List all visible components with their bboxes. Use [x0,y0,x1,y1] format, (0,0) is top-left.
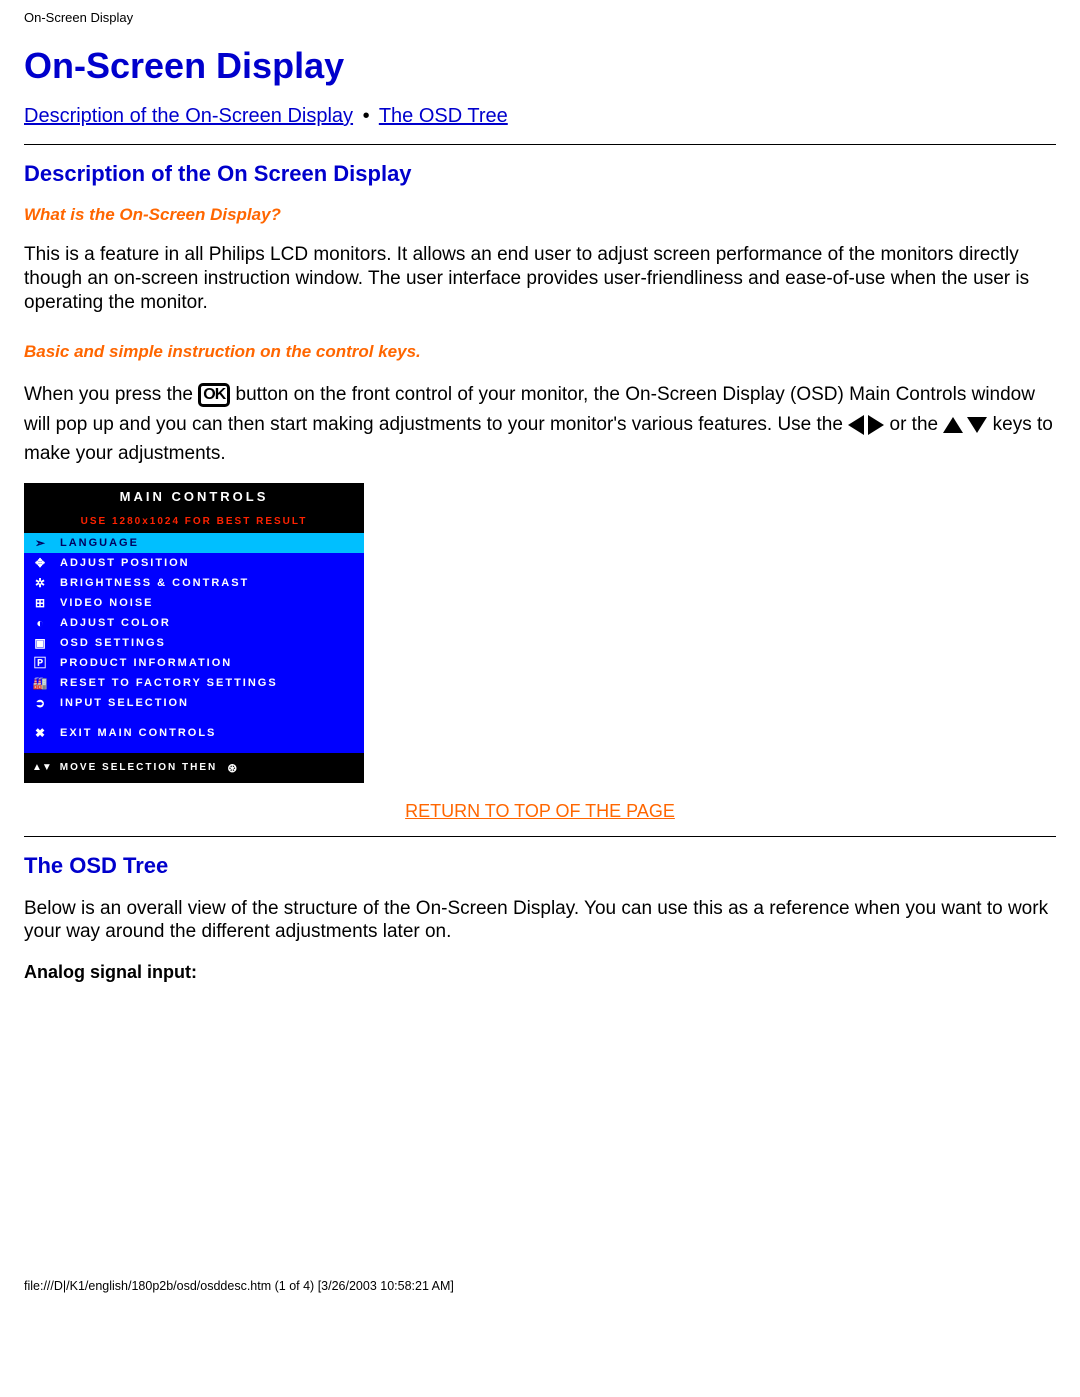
subheading-basic-instruction: Basic and simple instruction on the cont… [24,342,1056,362]
arrow-down-icon [967,417,987,433]
return-to-top: RETURN TO TOP OF THE PAGE [24,801,1056,822]
osd-item-label: OSD SETTINGS [60,637,166,649]
osd-gap [24,713,364,723]
osd-item-language: ➣ LANGUAGE [24,533,364,553]
divider [24,836,1056,837]
info-icon: 🄿 [32,656,50,670]
osd-gap [24,743,364,753]
page-footer-path: file:///D|/K1/english/180p2b/osd/osddesc… [0,1273,1080,1299]
arrow-up-icon [943,417,963,433]
paragraph-instruction: When you press the OK button on the fron… [24,380,1056,468]
osd-footer: ▲▼ MOVE SELECTION THEN ⊛ [24,753,364,783]
osd-item-video-noise: ⊞ VIDEO NOISE [24,593,364,613]
paragraph-osd-tree: Below is an overall view of the structur… [24,897,1056,945]
osd-item-exit: ✖ EXIT MAIN CONTROLS [24,723,364,743]
osd-item-label: ADJUST COLOR [60,617,171,629]
text-frag-3: or the [890,414,944,435]
osd-item-label: RESET TO FACTORY SETTINGS [60,677,278,689]
noise-icon: ⊞ [32,596,50,610]
osd-item-label: ADJUST POSITION [60,557,190,569]
osd-item-label: BRIGHTNESS & CONTRAST [60,577,249,589]
ok-button-icon: OK [198,383,230,407]
factory-icon: 🏭 [32,676,50,690]
osd-resolution-warning: USE 1280x1024 FOR BEST RESULT [24,510,364,533]
osd-item-osd-settings: ▣ OSD SETTINGS [24,633,364,653]
arrow-right-icon [868,415,884,435]
brightness-icon: ✲ [32,576,50,590]
updown-icon: ▲▼ [32,762,52,773]
osd-item-brightness-contrast: ✲ BRIGHTNESS & CONTRAST [24,573,364,593]
globe-icon: ➣ [32,536,50,550]
return-to-top-link[interactable]: RETURN TO TOP OF THE PAGE [405,801,675,821]
paragraph-intro: This is a feature in all Philips LCD mon… [24,243,1056,314]
page-title: On-Screen Display [24,45,1056,87]
settings-icon: ▣ [32,636,50,650]
text-frag-1: When you press the [24,384,198,405]
separator-dot: • [359,105,374,127]
exit-icon: ✖ [32,726,50,740]
osd-item-adjust-color: ◐ ADJUST COLOR [24,613,364,633]
doc-header: On-Screen Display [0,0,1080,29]
color-icon: ◐ [32,616,50,630]
ok-icon: ⊛ [227,761,239,775]
osd-item-reset: 🏭 RESET TO FACTORY SETTINGS [24,673,364,693]
divider [24,144,1056,145]
osd-footer-text: MOVE SELECTION THEN [60,762,217,773]
anchor-nav: Description of the On-Screen Display • T… [24,105,1056,128]
osd-panel: MAIN CONTROLS USE 1280x1024 FOR BEST RES… [24,483,364,783]
content: On-Screen Display Description of the On-… [0,45,1080,983]
osd-item-label: EXIT MAIN CONTROLS [60,727,216,739]
nav-link-osd-tree[interactable]: The OSD Tree [379,105,508,127]
analog-signal-heading: Analog signal input: [24,962,1056,983]
osd-menu-list: ➣ LANGUAGE ✥ ADJUST POSITION ✲ BRIGHTNES… [24,533,364,753]
position-icon: ✥ [32,556,50,570]
section-heading-osd-tree: The OSD Tree [24,853,1056,879]
osd-item-label: LANGUAGE [60,537,139,549]
arrow-left-icon [848,415,864,435]
osd-item-product-info: 🄿 PRODUCT INFORMATION [24,653,364,673]
section-heading-description: Description of the On Screen Display [24,161,1056,187]
osd-item-adjust-position: ✥ ADJUST POSITION [24,553,364,573]
subheading-what-is: What is the On-Screen Display? [24,205,1056,225]
input-icon: ➲ [32,696,50,710]
osd-item-label: VIDEO NOISE [60,597,154,609]
osd-item-label: INPUT SELECTION [60,697,189,709]
osd-item-input-selection: ➲ INPUT SELECTION [24,693,364,713]
osd-item-label: PRODUCT INFORMATION [60,657,232,669]
nav-link-description[interactable]: Description of the On-Screen Display [24,105,353,127]
osd-title: MAIN CONTROLS [24,483,364,510]
